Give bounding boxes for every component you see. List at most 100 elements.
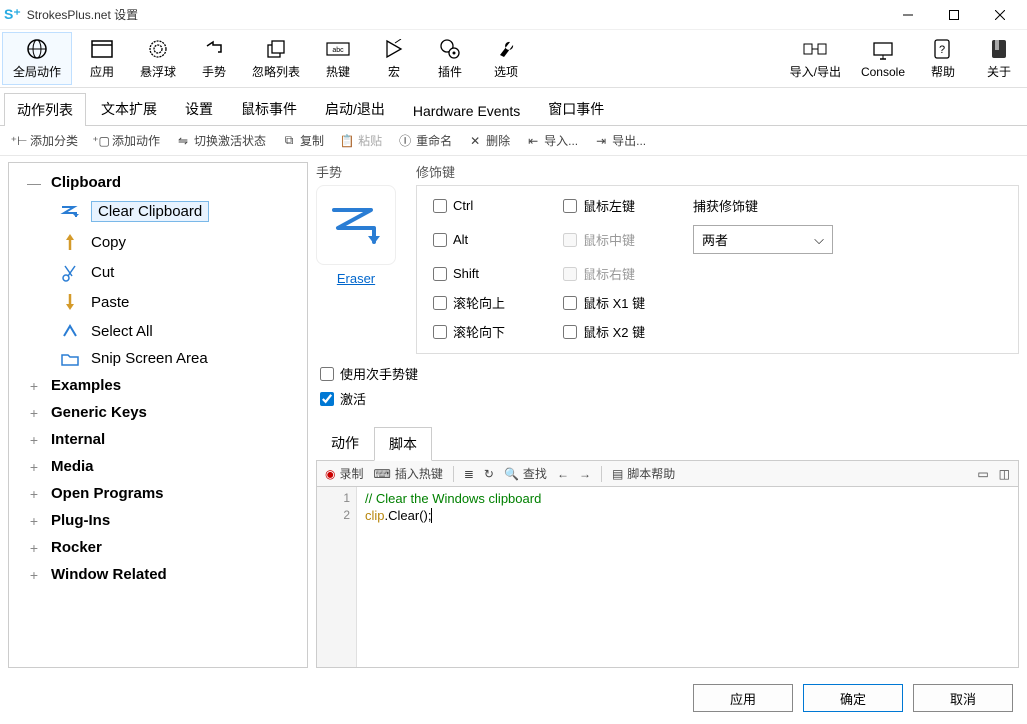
collapse-icon[interactable]: — [27, 175, 41, 191]
expand-icon[interactable]: + [27, 567, 41, 583]
modifiers-section-label: 修饰键 [416, 162, 1019, 181]
split-v-button[interactable]: ◫ [999, 467, 1010, 481]
ok-button[interactable]: 确定 [803, 684, 903, 712]
scissors-icon [59, 262, 81, 282]
insert-hotkey-button[interactable]: ⌨插入热键 [374, 465, 443, 482]
minimize-button[interactable] [885, 0, 931, 30]
toolbar-options[interactable]: 选项 [478, 30, 534, 87]
tree-category[interactable]: +Rocker [11, 534, 305, 561]
checkbox-mouse-x2[interactable]: 鼠标 X2 键 [563, 322, 693, 341]
tab-hardware-events[interactable]: Hardware Events [400, 96, 533, 125]
code-content[interactable]: // Clear the Windows clipboard clip.Clea… [357, 487, 549, 667]
tab-text-expansion[interactable]: 文本扩展 [88, 92, 170, 125]
line-number: 2 [323, 507, 350, 524]
expand-icon[interactable]: + [27, 432, 41, 448]
tree-label: Open Programs [51, 485, 164, 502]
tree-item-clear-clipboard[interactable]: Clear Clipboard [11, 196, 305, 227]
expand-icon[interactable]: + [27, 540, 41, 556]
tree-category[interactable]: +Plug-Ins [11, 507, 305, 534]
tree-category[interactable]: +Window Related [11, 561, 305, 588]
checkbox-ctrl[interactable]: Ctrl [433, 198, 563, 213]
record-button[interactable]: ◉录制 [325, 465, 364, 482]
tree-item-copy[interactable]: Copy [11, 227, 305, 257]
checkbox-alt[interactable]: Alt [433, 232, 563, 247]
label: 滚轮向下 [453, 322, 505, 341]
find-button[interactable]: 🔍查找 [504, 465, 547, 482]
toolbar-console[interactable]: Console [851, 30, 915, 87]
import-button[interactable]: ⇤导入... [522, 130, 582, 151]
tree-category[interactable]: +Examples [11, 372, 305, 399]
tree-item-select-all[interactable]: Select All [11, 317, 305, 345]
plus-doc-icon: ⁺▢ [94, 134, 108, 148]
toolbar-hotkeys[interactable]: abc 热键 [310, 30, 366, 87]
add-action-button[interactable]: ⁺▢添加动作 [90, 130, 164, 151]
toolbar-floater[interactable]: 悬浮球 [130, 30, 186, 87]
copy-button[interactable]: ⧉复制 [278, 130, 328, 151]
expand-icon[interactable]: + [27, 459, 41, 475]
script-help-button[interactable]: ▤脚本帮助 [612, 465, 675, 482]
tree-category[interactable]: +Internal [11, 426, 305, 453]
label: 激活 [340, 389, 366, 408]
gesture-preview[interactable] [316, 185, 396, 265]
capture-modifier-combo[interactable]: 两者⌵ [693, 225, 833, 254]
tree-category[interactable]: + Open Programs [11, 480, 305, 507]
toolbar-applications[interactable]: 应用 [74, 30, 130, 87]
tab-settings[interactable]: 设置 [172, 92, 226, 125]
toolbar-import-export[interactable]: 导入/导出 [780, 30, 851, 87]
sync-icon: ↻ [484, 467, 494, 481]
checkbox-mouse-x1[interactable]: 鼠标 X1 键 [563, 293, 693, 312]
checkbox-wheel-down[interactable]: 滚轮向下 [433, 322, 563, 341]
tree-item-paste[interactable]: Paste [11, 287, 305, 317]
toolbar-help[interactable]: ? 帮助 [915, 30, 971, 87]
tab-start-exit[interactable]: 启动/退出 [312, 92, 398, 125]
label: 导入... [544, 132, 578, 149]
add-category-button[interactable]: ⁺⊢添加分类 [8, 130, 82, 151]
rename-button[interactable]: Ⓘ重命名 [394, 130, 456, 151]
toolbar-about[interactable]: 关于 [971, 30, 1027, 87]
toolbar-gestures[interactable]: 手势 [186, 30, 242, 87]
toolbar-label: 悬浮球 [140, 63, 176, 80]
tab-script[interactable]: 脚本 [374, 427, 432, 461]
tab-actions-list[interactable]: 动作列表 [4, 93, 86, 126]
expand-icon[interactable]: + [27, 378, 41, 394]
indent-button[interactable]: ≣ [464, 467, 474, 481]
toolbar-global-actions[interactable]: 全局动作 [2, 32, 72, 85]
expand-icon[interactable]: + [27, 405, 41, 421]
keyboard-icon: ⌨ [374, 467, 391, 481]
expand-icon[interactable]: + [27, 486, 41, 502]
export-button[interactable]: ⇥导出... [590, 130, 650, 151]
toggle-active-button[interactable]: ⇋切换激活状态 [172, 130, 270, 151]
tree-category[interactable]: +Generic Keys [11, 399, 305, 426]
close-button[interactable] [977, 0, 1023, 30]
checkbox-activate[interactable]: 激活 [320, 389, 1019, 408]
split-h-button[interactable]: ▭ [977, 467, 988, 481]
checkbox-wheel-up[interactable]: 滚轮向上 [433, 293, 563, 312]
next-button[interactable]: → [579, 467, 591, 481]
tree-item-snip[interactable]: Snip Screen Area [11, 345, 305, 372]
toolbar-macros[interactable]: 宏 [366, 30, 422, 87]
tab-action[interactable]: 动作 [316, 426, 374, 460]
tree-category[interactable]: +Media [11, 453, 305, 480]
label: 滚轮向上 [453, 293, 505, 312]
code-editor[interactable]: 1 2 // Clear the Windows clipboard clip.… [316, 487, 1019, 668]
apply-button[interactable]: 应用 [693, 684, 793, 712]
checkbox-shift[interactable]: Shift [433, 266, 563, 281]
tab-window-events[interactable]: 窗口事件 [535, 92, 617, 125]
maximize-button[interactable] [931, 0, 977, 30]
gesture-name-link[interactable]: Eraser [316, 271, 396, 286]
line-number: 1 [323, 490, 350, 507]
tree-item-cut[interactable]: Cut [11, 257, 305, 287]
checkbox-mouse-left[interactable]: 鼠标左键 [563, 196, 693, 215]
action-tree[interactable]: — Clipboard Clear Clipboard Copy Cut Pas… [8, 162, 308, 668]
sync-button[interactable]: ↻ [484, 467, 494, 481]
expand-icon[interactable]: + [27, 513, 41, 529]
toolbar-plugins[interactable]: 插件 [422, 30, 478, 87]
delete-button[interactable]: ✕删除 [464, 130, 514, 151]
code-text: .Clear(); [385, 508, 432, 523]
tab-mouse-events[interactable]: 鼠标事件 [228, 92, 310, 125]
tree-category-clipboard[interactable]: — Clipboard [11, 169, 305, 196]
cancel-button[interactable]: 取消 [913, 684, 1013, 712]
toolbar-ignore-list[interactable]: 忽略列表 [242, 30, 310, 87]
checkbox-secondary-gesture[interactable]: 使用次手势键 [320, 364, 1019, 383]
prev-button[interactable]: ← [557, 467, 569, 481]
